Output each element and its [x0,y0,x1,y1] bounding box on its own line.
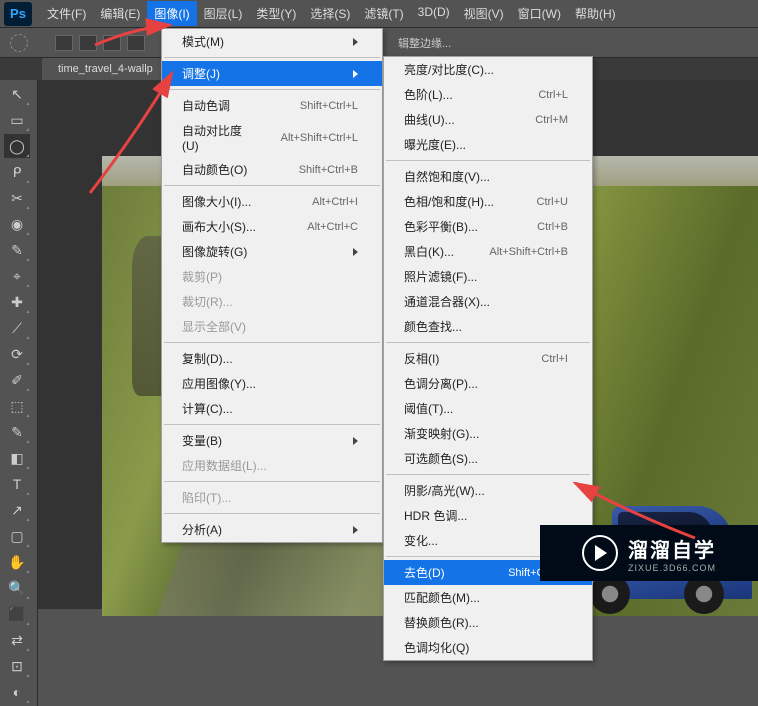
tool-19[interactable]: 🔍 [4,576,30,600]
menuitem-反相i[interactable]: 反相(I)Ctrl+I [384,346,592,371]
tool-14[interactable]: ◧ [4,446,30,470]
tool-15[interactable]: T [4,472,30,496]
tool-8[interactable]: ✚ [4,290,30,314]
tool-1[interactable]: ▭ [4,108,30,132]
menuitem-图像大小i[interactable]: 图像大小(I)...Alt+Ctrl+I [162,189,382,214]
menuitem-计算c[interactable]: 计算(C)... [162,396,382,421]
menuitem-曲线u[interactable]: 曲线(U)...Ctrl+M [384,107,592,132]
tool-16[interactable]: ↗ [4,498,30,522]
menu-选择[interactable]: 选择(S) [303,1,357,26]
menu-滤镜[interactable]: 滤镜(T) [357,1,410,26]
menuitem-阴影高光w[interactable]: 阴影/高光(W)... [384,478,592,503]
menu-图层[interactable]: 图层(L) [197,1,250,26]
menuitem-亮度对比度c[interactable]: 亮度/对比度(C)... [384,57,592,82]
menuitem-色阶l[interactable]: 色阶(L)...Ctrl+L [384,82,592,107]
menuitem-自动对比度u[interactable]: 自动对比度(U)Alt+Shift+Ctrl+L [162,118,382,157]
menuitem-图像旋转g[interactable]: 图像旋转(G) [162,239,382,264]
menuitem-曝光度e[interactable]: 曝光度(E)... [384,132,592,157]
submenu-arrow-icon [353,38,358,46]
menuitem-变量b[interactable]: 变量(B) [162,428,382,453]
menuitem-渐变映射g[interactable]: 渐变映射(G)... [384,421,592,446]
menu-3d[interactable]: 3D(D) [411,1,457,26]
tool-7[interactable]: ⌖ [4,264,30,288]
tool-2[interactable]: ◯ [4,134,30,158]
tool-20[interactable]: ⬛ [4,602,30,626]
tool-9[interactable]: ⟋ [4,316,30,340]
menuitem-显示全部v: 显示全部(V) [162,314,382,339]
tool-17[interactable]: ▢ [4,524,30,548]
menu-类型[interactable]: 类型(Y) [249,1,303,26]
menuitem-自然饱和度v[interactable]: 自然饱和度(V)... [384,164,592,189]
tool-11[interactable]: ✐ [4,368,30,392]
menuitem-复制d[interactable]: 复制(D)... [162,346,382,371]
menuitem-色相饱和度h[interactable]: 色相/饱和度(H)...Ctrl+U [384,189,592,214]
menuitem-画布大小s[interactable]: 画布大小(S)...Alt+Ctrl+C [162,214,382,239]
menu-帮助[interactable]: 帮助(H) [568,1,623,26]
tool-23[interactable]: ◐ [4,680,30,704]
menuitem-应用数据组l: 应用数据组(L)... [162,453,382,478]
menuitem-自动色调[interactable]: 自动色调Shift+Ctrl+L [162,93,382,118]
tool-10[interactable]: ⟳ [4,342,30,366]
submenu-arrow-icon [353,437,358,445]
tool-3[interactable]: ᑭ [4,160,30,184]
tool-12[interactable]: ⬚ [4,394,30,418]
tool-13[interactable]: ✎ [4,420,30,444]
annotation-arrow-2 [80,68,180,203]
tool-0[interactable]: ↖ [4,82,30,106]
tool-5[interactable]: ◉ [4,212,30,236]
option-hint: 辑整边缘... [398,35,451,51]
submenu-arrow-icon [353,70,358,78]
menuitem-调整j[interactable]: 调整(J) [162,61,382,86]
menu-文件[interactable]: 文件(F) [40,1,93,26]
watermark-url: ZIXUE.3D66.COM [628,563,716,573]
menuitem-色彩平衡b[interactable]: 色彩平衡(B)...Ctrl+B [384,214,592,239]
menuitem-色调均化q[interactable]: 色调均化(Q) [384,635,592,660]
menuitem-颜色查找[interactable]: 颜色查找... [384,314,592,339]
menuitem-通道混合器x[interactable]: 通道混合器(X)... [384,289,592,314]
tool-6[interactable]: ✎ [4,238,30,262]
tool-21[interactable]: ⇄ [4,628,30,652]
annotation-arrow-3 [570,478,700,553]
menuitem-裁切r: 裁切(R)... [162,289,382,314]
menuitem-照片滤镜f[interactable]: 照片滤镜(F)... [384,264,592,289]
menuitem-分析a[interactable]: 分析(A) [162,517,382,542]
menuitem-黑白k[interactable]: 黑白(K)...Alt+Shift+Ctrl+B [384,239,592,264]
annotation-arrow-1 [90,20,180,55]
submenu-arrow-icon [353,248,358,256]
tool-4[interactable]: ✂ [4,186,30,210]
tool-18[interactable]: ✋ [4,550,30,574]
menuitem-阈值t[interactable]: 阈值(T)... [384,396,592,421]
menu-视图[interactable]: 视图(V) [457,1,511,26]
app-logo: Ps [4,2,32,26]
menuitem-替换颜色r[interactable]: 替换颜色(R)... [384,610,592,635]
menuitem-模式m[interactable]: 模式(M) [162,29,382,54]
submenu-arrow-icon [353,526,358,534]
option-new-selection-icon[interactable] [55,35,73,51]
menuitem-匹配颜色m[interactable]: 匹配颜色(M)... [384,585,592,610]
menuitem-陷印t: 陷印(T)... [162,485,382,510]
menuitem-自动颜色o[interactable]: 自动颜色(O)Shift+Ctrl+B [162,157,382,182]
menuitem-应用图像y[interactable]: 应用图像(Y)... [162,371,382,396]
image-menu-dropdown: 模式(M) 调整(J) 自动色调Shift+Ctrl+L自动对比度(U)Alt+Sh… [161,28,383,543]
menu-窗口[interactable]: 窗口(W) [511,1,568,26]
tools-panel: ↖▭◯ᑭ✂◉✎⌖✚⟋⟳✐⬚✎◧T↗▢✋🔍⬛⇄⊡◐ [0,80,38,706]
menuitem-色调分离p[interactable]: 色调分离(P)... [384,371,592,396]
menuitem-可选颜色s[interactable]: 可选颜色(S)... [384,446,592,471]
menuitem-裁剪p: 裁剪(P) [162,264,382,289]
tool-preset-icon[interactable] [10,34,28,52]
tool-22[interactable]: ⊡ [4,654,30,678]
